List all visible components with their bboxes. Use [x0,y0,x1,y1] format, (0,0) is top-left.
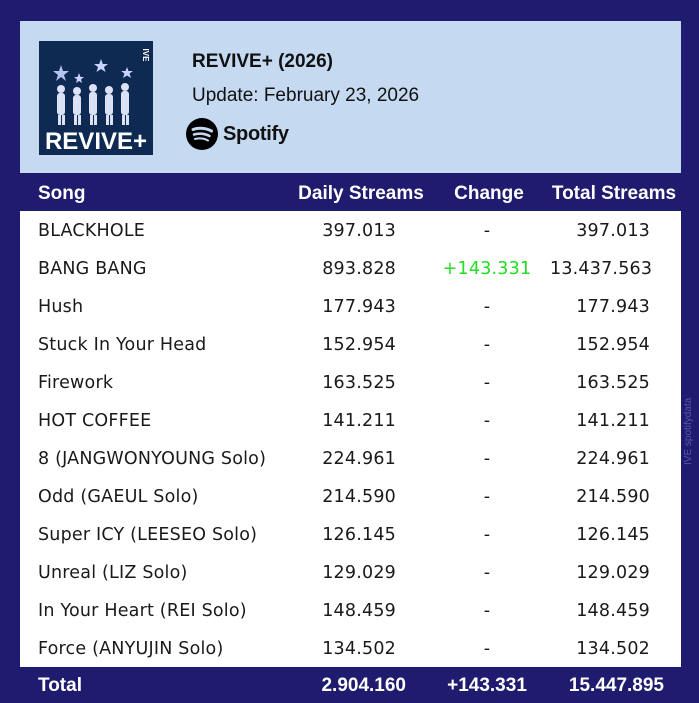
spotify-wordmark: Spotify [223,122,289,145]
spotify-icon [186,118,218,150]
change-value: - [483,373,491,393]
table-row: Odd (GAEUL Solo) 214.590 - 214.590 [20,478,681,516]
total-streams: 163.525 [576,373,650,393]
table-row: Hush 177.943 - 177.943 [20,288,681,326]
table-row: Firework 163.525 - 163.525 [20,364,681,402]
totals-row: Total 2.904.160 +143.331 15.447.895 [20,669,681,703]
change-value: - [483,449,491,469]
daily-streams: 148.459 [322,601,396,621]
total-streams: 148.459 [576,601,650,621]
change-value: - [483,525,491,545]
change-value: - [483,601,491,621]
spotify-logo: Spotify [186,118,289,150]
album-cover-art: REVIVE+ IVE [39,41,153,155]
song-name: Odd (GAEUL Solo) [38,487,199,507]
table-row: HOT COFFEE 141.211 - 141.211 [20,402,681,440]
column-header-total-streams: Total Streams [551,183,677,204]
change-value: +143.331 [442,259,532,279]
song-name: Hush [38,297,84,317]
table-row: Super ICY (LEESEO Solo) 126.145 - 126.14… [20,516,681,554]
song-name: Unreal (LIZ Solo) [38,563,188,583]
song-name: HOT COFFEE [38,411,152,431]
total-streams: 214.590 [576,487,650,507]
daily-streams: 163.525 [322,373,396,393]
change-value: - [483,297,491,317]
song-name: BANG BANG [38,259,147,279]
song-name: Super ICY (LEESEO Solo) [38,525,258,545]
daily-streams: 397.013 [322,221,396,241]
song-name: BLACKHOLE [38,221,146,241]
album-cover: REVIVE+ IVE [39,41,153,155]
change-value: - [483,335,491,355]
daily-streams: 214.590 [322,487,396,507]
table-row: BLACKHOLE 397.013 - 397.013 [20,212,681,250]
daily-streams: 177.943 [322,297,396,317]
change-value: - [483,487,491,507]
total-streams: 224.961 [576,449,650,469]
daily-streams: 893.828 [322,259,396,279]
total-streams: 126.145 [576,525,650,545]
totals-change: +143.331 [447,675,527,696]
daily-streams: 129.029 [322,563,396,583]
table-row: 8 (JANGWONYOUNG Solo) 224.961 - 224.961 [20,440,681,478]
daily-streams: 141.211 [322,411,396,431]
total-streams: 177.943 [576,297,650,317]
daily-streams: 134.502 [322,639,396,659]
cover-title-text: REVIVE+ [45,128,147,155]
cover-tag-text: IVE [141,49,150,63]
change-value: - [483,221,491,241]
total-streams: 134.502 [576,639,650,659]
update-date: Update: February 23, 2026 [192,85,420,106]
watermark: IVE spotifydata [683,397,694,465]
song-name: Stuck In Your Head [38,335,207,355]
album-title: REVIVE+ (2026) [192,51,333,72]
table-row: Stuck In Your Head 152.954 - 152.954 [20,326,681,364]
daily-streams: 224.961 [322,449,396,469]
song-name: 8 (JANGWONYOUNG Solo) [38,449,267,469]
total-streams: 141.211 [576,411,650,431]
table-row: Force (ANYUJIN Solo) 134.502 - 134.502 [20,630,681,668]
change-value: - [483,639,491,659]
totals-daily-streams: 2.904.160 [321,675,406,696]
column-header-song: Song [38,183,86,204]
total-streams: 152.954 [576,335,650,355]
table-row: In Your Heart (REI Solo) 148.459 - 148.4… [20,592,681,630]
table-row: Unreal (LIZ Solo) 129.029 - 129.029 [20,554,681,592]
song-name: In Your Heart (REI Solo) [38,601,247,621]
song-name: Force (ANYUJIN Solo) [38,639,224,659]
table-header: Song Daily Streams Change Total Streams [20,177,681,211]
change-value: - [483,411,491,431]
column-header-change: Change [454,183,524,204]
daily-streams: 152.954 [322,335,396,355]
daily-streams: 126.145 [322,525,396,545]
change-value: - [483,563,491,583]
header-panel: REVIVE+ IVE REVIVE+ (2026) Update: Febru… [20,21,681,173]
totals-label: Total [38,675,82,696]
total-streams: 13.437.563 [550,259,653,279]
totals-total-streams: 15.447.895 [568,675,664,696]
table-body: BLACKHOLE 397.013 - 397.013 BANG BANG 89… [20,211,681,667]
total-streams: 129.029 [576,563,650,583]
column-header-daily-streams: Daily Streams [298,183,424,204]
song-name: Firework [38,373,114,393]
total-streams: 397.013 [576,221,650,241]
table-row: BANG BANG 893.828 +143.331 13.437.563 [20,250,681,288]
